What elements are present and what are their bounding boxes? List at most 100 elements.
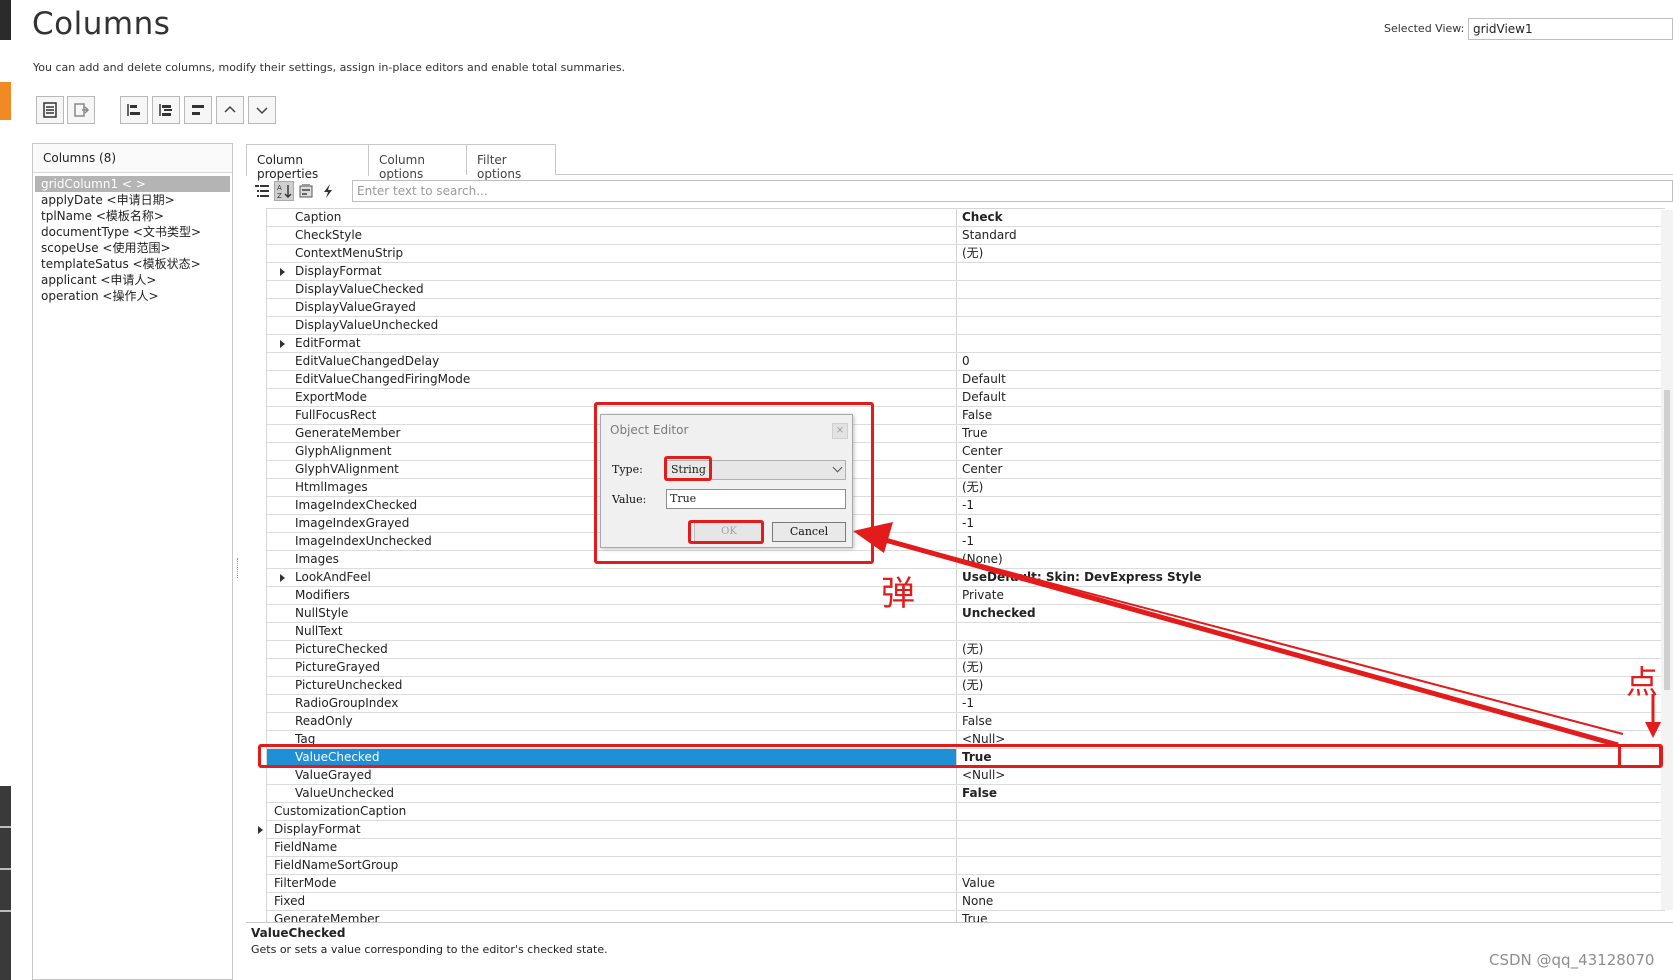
- property-row[interactable]: FilterMode Value: [267, 875, 1665, 893]
- property-value[interactable]: -1: [958, 515, 1665, 532]
- property-value[interactable]: [958, 623, 1665, 640]
- column-list-item[interactable]: applicant <申请人>: [35, 272, 230, 288]
- property-row[interactable]: FullFocusRect False: [267, 407, 1665, 425]
- property-search-input[interactable]: Enter text to search...: [352, 180, 1673, 202]
- property-value[interactable]: [958, 317, 1665, 334]
- column-list-item[interactable]: tplName <模板名称>: [35, 208, 230, 224]
- property-row[interactable]: ExportMode Default: [267, 389, 1665, 407]
- property-value[interactable]: Center: [958, 443, 1665, 460]
- property-row[interactable]: DisplayValueChecked: [267, 281, 1665, 299]
- property-row[interactable]: ImageIndexChecked -1: [267, 497, 1665, 515]
- property-value[interactable]: Private: [958, 587, 1665, 604]
- property-row[interactable]: RadioGroupIndex -1: [267, 695, 1665, 713]
- property-row[interactable]: CheckStyle Standard: [267, 227, 1665, 245]
- column-list-item[interactable]: documentType <文书类型>: [35, 224, 230, 240]
- tab-column-properties[interactable]: Column properties: [246, 144, 369, 181]
- property-value[interactable]: [958, 803, 1665, 820]
- property-value[interactable]: Default: [958, 371, 1665, 388]
- property-row[interactable]: LookAndFeel UseDefault; Skin: DevExpress …: [267, 569, 1665, 587]
- delete-column-button[interactable]: [67, 96, 95, 124]
- property-value[interactable]: (无): [958, 479, 1665, 496]
- column-list-item[interactable]: applyDate <申请日期>: [35, 192, 230, 208]
- property-value[interactable]: False: [958, 713, 1665, 730]
- property-value[interactable]: (None): [958, 551, 1665, 568]
- property-row[interactable]: FieldName: [267, 839, 1665, 857]
- property-row[interactable]: ValueUnchecked False: [267, 785, 1665, 803]
- property-row[interactable]: PictureGrayed (无): [267, 659, 1665, 677]
- property-value[interactable]: False: [958, 407, 1665, 424]
- property-row[interactable]: EditValueChangedDelay 0: [267, 353, 1665, 371]
- property-value[interactable]: 0: [958, 353, 1665, 370]
- property-value[interactable]: [958, 839, 1665, 856]
- property-value[interactable]: [958, 299, 1665, 316]
- alphabetical-view-button[interactable]: AZ: [274, 181, 294, 201]
- property-value[interactable]: Unchecked: [958, 605, 1665, 622]
- property-row[interactable]: GlyphAlignment Center: [267, 443, 1665, 461]
- property-value[interactable]: -1: [958, 533, 1665, 550]
- property-pages-button[interactable]: [296, 181, 316, 201]
- panel-splitter[interactable]: [237, 558, 240, 578]
- property-value[interactable]: UseDefault; Skin: DevExpress Style: [958, 569, 1665, 586]
- property-value[interactable]: -1: [958, 695, 1665, 712]
- property-grid-scrollbar[interactable]: [1661, 210, 1673, 910]
- property-value[interactable]: None: [958, 893, 1665, 910]
- property-value[interactable]: Center: [958, 461, 1665, 478]
- property-value[interactable]: Value: [958, 875, 1665, 892]
- property-row[interactable]: NullStyle Unchecked: [267, 605, 1665, 623]
- tab-column-options[interactable]: Column options: [368, 144, 467, 181]
- expand-arrow-icon[interactable]: [280, 268, 285, 276]
- categorized-view-button[interactable]: [252, 181, 272, 201]
- property-row[interactable]: ContextMenuStrip (无): [267, 245, 1665, 263]
- property-row[interactable]: ValueGrayed <Null>: [267, 767, 1665, 785]
- property-row[interactable]: NullText: [267, 623, 1665, 641]
- property-row[interactable]: CustomizationCaption: [267, 803, 1665, 821]
- property-value[interactable]: [958, 857, 1665, 874]
- property-row[interactable]: DisplayValueGrayed: [267, 299, 1665, 317]
- selected-view-select[interactable]: gridView1: [1468, 18, 1673, 40]
- scrollbar-thumb[interactable]: [1664, 390, 1670, 690]
- property-value[interactable]: [958, 821, 1665, 838]
- expand-arrow-icon[interactable]: [258, 826, 263, 834]
- property-value[interactable]: -1: [958, 497, 1665, 514]
- remove-child-column-button[interactable]: [184, 96, 212, 124]
- property-row[interactable]: Images (None): [267, 551, 1665, 569]
- expand-arrow-icon[interactable]: [280, 574, 285, 582]
- property-row[interactable]: EditFormat: [267, 335, 1665, 353]
- add-child-column-button[interactable]: [152, 96, 180, 124]
- events-button[interactable]: [318, 181, 338, 201]
- column-list-item[interactable]: operation <操作人>: [35, 288, 230, 304]
- property-row[interactable]: PictureUnchecked (无): [267, 677, 1665, 695]
- property-value[interactable]: (无): [958, 641, 1665, 658]
- property-value[interactable]: (无): [958, 677, 1665, 694]
- column-list-item[interactable]: templateSatus <模板状态>: [35, 256, 230, 272]
- property-row[interactable]: ReadOnly False: [267, 713, 1665, 731]
- column-list-item[interactable]: scopeUse <使用范围>: [35, 240, 230, 256]
- add-column-button[interactable]: [36, 96, 64, 124]
- tab-filter-options[interactable]: Filter options: [466, 144, 556, 181]
- property-value[interactable]: Default: [958, 389, 1665, 406]
- expand-arrow-icon[interactable]: [280, 340, 285, 348]
- property-row[interactable]: GenerateMember True: [267, 425, 1665, 443]
- move-up-button[interactable]: [216, 96, 244, 124]
- property-value[interactable]: [958, 263, 1665, 280]
- property-row[interactable]: PictureChecked (无): [267, 641, 1665, 659]
- property-value[interactable]: [958, 335, 1665, 352]
- property-value[interactable]: True: [958, 425, 1665, 442]
- property-row[interactable]: DisplayValueUnchecked: [267, 317, 1665, 335]
- column-list-item[interactable]: gridColumn1 < >: [35, 176, 230, 192]
- property-value[interactable]: Standard: [958, 227, 1665, 244]
- property-value[interactable]: <Null>: [958, 767, 1665, 784]
- property-value[interactable]: (无): [958, 245, 1665, 262]
- property-value[interactable]: Check: [958, 209, 1665, 226]
- property-row[interactable]: HtmlImages (无): [267, 479, 1665, 497]
- property-row[interactable]: ImageIndexUnchecked -1: [267, 533, 1665, 551]
- property-row[interactable]: Modifiers Private: [267, 587, 1665, 605]
- property-row[interactable]: DisplayFormat: [258, 821, 1665, 839]
- property-row[interactable]: Fixed None: [267, 893, 1665, 911]
- property-value[interactable]: [958, 281, 1665, 298]
- move-down-button[interactable]: [248, 96, 276, 124]
- property-row[interactable]: EditValueChangedFiringMode Default: [267, 371, 1665, 389]
- property-row[interactable]: ImageIndexGrayed -1: [267, 515, 1665, 533]
- property-row[interactable]: DisplayFormat: [267, 263, 1665, 281]
- property-row[interactable]: Caption Check: [267, 209, 1665, 227]
